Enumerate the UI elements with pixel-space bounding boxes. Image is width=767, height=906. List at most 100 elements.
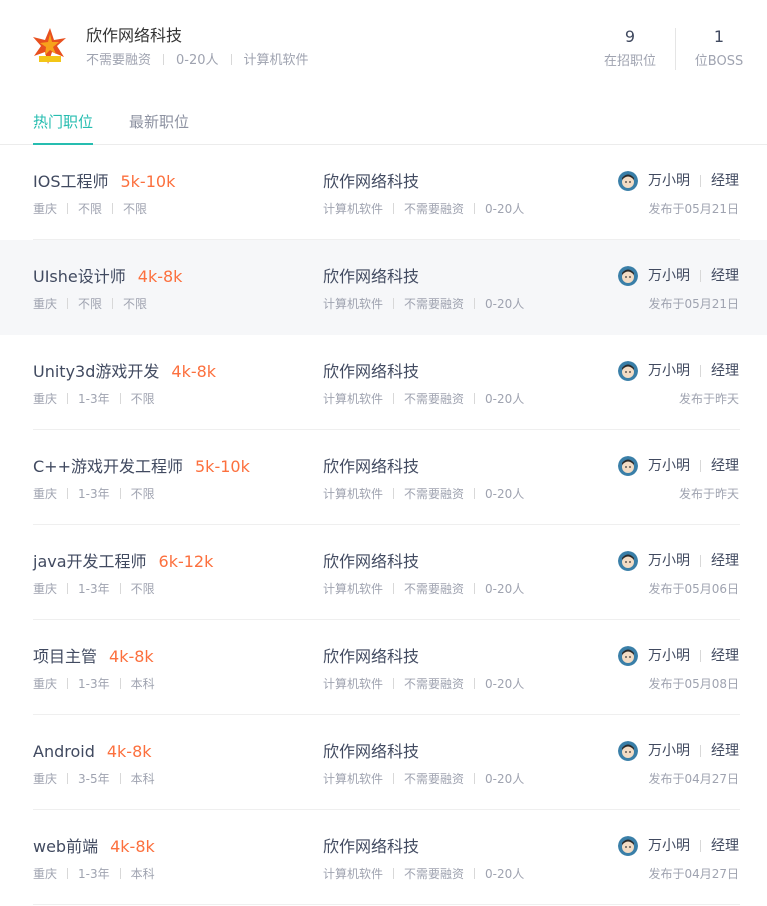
job-company-name[interactable]: 欣作网络科技	[323, 172, 419, 192]
job-company-meta: 计算机软件 不需要融资 0-20人	[323, 866, 524, 882]
job-title-line[interactable]: C++游戏开发工程师 5k-10k	[33, 457, 250, 477]
job-salary: 4k-8k	[137, 267, 183, 286]
job-list-item[interactable]: web前端 4k-8k 重庆 1-3年 本科 欣作网络科技 计算机软件 不需要融资 0-2…	[0, 810, 767, 905]
publish-time: 发布于昨天	[678, 392, 739, 406]
job-title[interactable]: C++游戏开发工程师	[33, 457, 183, 476]
recruiter-name: 万小明	[648, 743, 690, 759]
recruiter-avatar	[618, 456, 638, 476]
publish-time: 发布于04月27日	[648, 772, 739, 786]
job-title[interactable]: 项目主管	[33, 647, 97, 666]
job-company-meta: 计算机软件 不需要融资 0-20人	[323, 391, 524, 407]
recruiter-info[interactable]: 万小明 经理	[618, 361, 739, 381]
job-title[interactable]: java开发工程师	[33, 552, 147, 571]
job-salary: 5k-10k	[195, 457, 250, 476]
recruiter-avatar	[618, 266, 638, 286]
separator	[119, 583, 121, 594]
job-title[interactable]: Android	[33, 742, 95, 761]
stat-jobs-label: 在招职位	[603, 54, 656, 69]
job-requirements: 重庆 1-3年 不限	[33, 486, 155, 502]
separator	[230, 54, 232, 65]
job-list-item[interactable]: java开发工程师 6k-12k 重庆 1-3年 不限 欣作网络科技 计算机软件 不需要…	[0, 525, 767, 620]
job-company-name[interactable]: 欣作网络科技	[323, 742, 419, 762]
publish-time: 发布于05月06日	[648, 582, 739, 596]
company-funding: 不需要融资	[404, 867, 465, 881]
stat-boss-count: 1	[713, 27, 725, 46]
job-education: 不限	[123, 297, 148, 311]
recruiter-info[interactable]: 万小明 经理	[618, 741, 739, 761]
recruiter-info[interactable]: 万小明 经理	[618, 646, 739, 666]
job-company-name[interactable]: 欣作网络科技	[323, 647, 419, 667]
job-company-name[interactable]: 欣作网络科技	[323, 267, 419, 287]
job-education: 本科	[130, 772, 155, 786]
job-title[interactable]: Unity3d游戏开发	[33, 362, 159, 381]
separator	[67, 583, 69, 594]
separator	[700, 745, 701, 757]
publish-time: 发布于05月08日	[648, 677, 739, 691]
publish-time: 发布于05月21日	[648, 297, 739, 311]
recruiter-role: 经理	[711, 553, 739, 569]
job-city: 重庆	[33, 487, 58, 501]
job-list-item[interactable]: 项目主管 4k-8k 重庆 1-3年 本科 欣作网络科技 计算机软件 不需要融资 0-20…	[0, 620, 767, 715]
company-header: 欣作网络科技 不需要融资 0-20人 计算机软件 9 在招职位 1 位BOSS	[0, 0, 767, 95]
separator	[700, 175, 701, 187]
recruiter-info[interactable]: 万小明 经理	[618, 551, 739, 571]
recruiter-info[interactable]: 万小明 经理	[618, 171, 739, 191]
recruiter-name: 万小明	[648, 838, 690, 854]
separator	[163, 54, 165, 65]
separator	[474, 583, 476, 594]
company-funding: 不需要融资	[404, 582, 465, 596]
job-experience: 不限	[78, 202, 103, 216]
job-salary: 4k-8k	[171, 362, 217, 381]
company-industry: 计算机软件	[243, 53, 309, 68]
job-company-name[interactable]: 欣作网络科技	[323, 552, 419, 572]
job-title[interactable]: web前端	[33, 837, 98, 856]
separator	[393, 203, 395, 214]
job-list-item[interactable]: C++游戏开发工程师 5k-10k 重庆 1-3年 不限 欣作网络科技 计算机软件 不需…	[0, 430, 767, 525]
job-list-item[interactable]: Android 4k-8k 重庆 3-5年 本科 欣作网络科技 计算机软件 不需要融资 0…	[0, 715, 767, 810]
tab-hot-jobs[interactable]: 热门职位	[33, 112, 93, 132]
job-company-meta: 计算机软件 不需要融资 0-20人	[323, 676, 524, 692]
company-logo[interactable]	[30, 26, 70, 66]
separator	[700, 840, 701, 852]
recruiter-role: 经理	[711, 648, 739, 664]
tab-new-jobs[interactable]: 最新职位	[129, 112, 189, 132]
stat-boss[interactable]: 1 位BOSS	[693, 28, 745, 70]
job-title-line[interactable]: 项目主管 4k-8k	[33, 647, 154, 667]
job-company-meta: 计算机软件 不需要融资 0-20人	[323, 771, 524, 787]
separator	[474, 203, 476, 214]
job-title-line[interactable]: IOS工程师 5k-10k	[33, 172, 175, 192]
company-size: 0-20人	[485, 392, 525, 406]
separator	[700, 555, 701, 567]
job-requirements: 重庆 1-3年 不限	[33, 391, 155, 407]
job-company-name[interactable]: 欣作网络科技	[323, 837, 419, 857]
job-title-line[interactable]: Unity3d游戏开发 4k-8k	[33, 362, 216, 382]
job-tabs: 热门职位 最新职位	[0, 95, 767, 145]
separator	[119, 488, 121, 499]
job-title[interactable]: UIshe设计师	[33, 267, 126, 286]
job-list-item[interactable]: IOS工程师 5k-10k 重庆 不限 不限 欣作网络科技 计算机软件 不需要融资 0-2…	[0, 145, 767, 240]
job-title-line[interactable]: UIshe设计师 4k-8k	[33, 267, 182, 287]
recruiter-info[interactable]: 万小明 经理	[618, 456, 739, 476]
company-size: 0-20人	[485, 487, 525, 501]
job-list-item[interactable]: UIshe设计师 4k-8k 重庆 不限 不限 欣作网络科技 计算机软件 不需要融资 0-…	[0, 240, 767, 335]
job-list-item[interactable]: Unity3d游戏开发 4k-8k 重庆 1-3年 不限 欣作网络科技 计算机软件 不需…	[0, 335, 767, 430]
recruiter-info[interactable]: 万小明 经理	[618, 266, 739, 286]
recruiter-name: 万小明	[648, 363, 690, 379]
job-company-name[interactable]: 欣作网络科技	[323, 457, 419, 477]
job-title[interactable]: IOS工程师	[33, 172, 108, 191]
recruiter-role: 经理	[711, 838, 739, 854]
job-title-line[interactable]: java开发工程师 6k-12k	[33, 552, 213, 572]
recruiter-avatar	[618, 551, 638, 571]
stat-open-jobs[interactable]: 9 在招职位	[603, 28, 657, 70]
recruiter-info[interactable]: 万小明 经理	[618, 836, 739, 856]
job-title-line[interactable]: Android 4k-8k	[33, 742, 152, 762]
job-salary: 4k-8k	[106, 742, 152, 761]
job-education: 不限	[123, 202, 148, 216]
company-name[interactable]: 欣作网络科技	[86, 26, 182, 46]
separator	[474, 868, 476, 879]
company-industry: 计算机软件	[323, 867, 384, 881]
job-title-line[interactable]: web前端 4k-8k	[33, 837, 155, 857]
job-company-name[interactable]: 欣作网络科技	[323, 362, 419, 382]
job-city: 重庆	[33, 867, 58, 881]
job-company-meta: 计算机软件 不需要融资 0-20人	[323, 581, 524, 597]
